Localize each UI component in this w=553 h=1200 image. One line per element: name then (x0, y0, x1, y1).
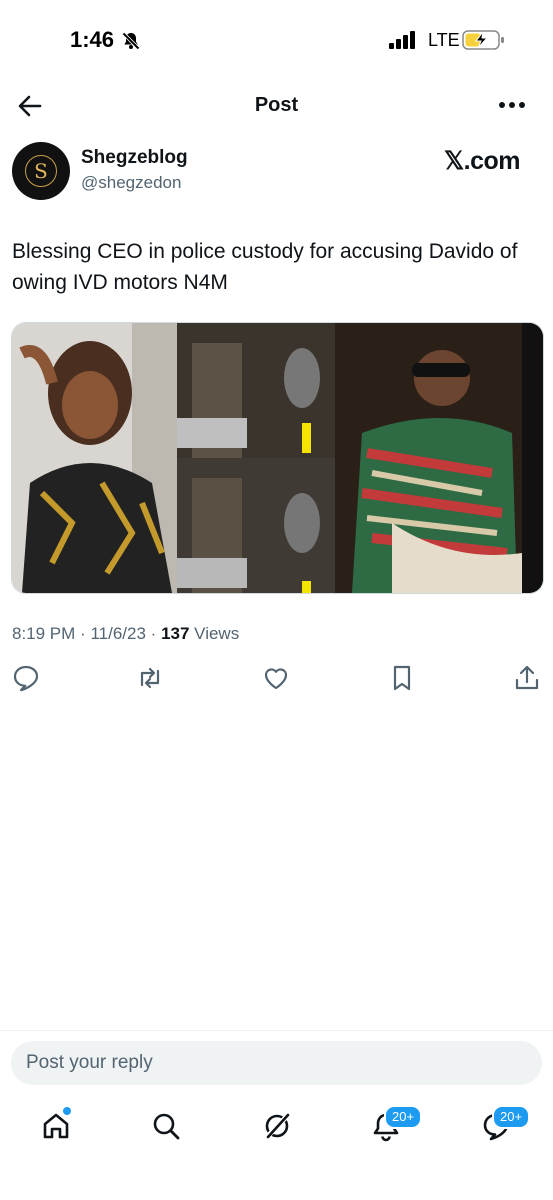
avatar[interactable]: S (12, 142, 70, 200)
source-label: 𝕏.com (444, 147, 521, 175)
tweet-meta: 8:19 PM · 11/6/23 · 137 Views (12, 624, 239, 644)
cellular-signal-icon (389, 31, 415, 49)
views-label: Views (194, 624, 240, 643)
reply-icon[interactable] (12, 664, 40, 692)
page-title: Post (254, 94, 299, 116)
notifications-badge: 20+ (384, 1105, 423, 1129)
tweet-date: 11/6/23 (90, 624, 146, 643)
network-type: LTE (428, 30, 460, 50)
reply-placeholder: Post your reply (26, 1052, 153, 1073)
avatar-logo-letter: S (25, 155, 57, 187)
share-icon[interactable] (513, 664, 541, 692)
repost-icon[interactable] (136, 664, 164, 692)
grok-icon[interactable] (261, 1110, 293, 1142)
home-new-dot (62, 1106, 72, 1116)
tweet-text: Blessing CEO in police custody for accus… (12, 240, 518, 294)
like-heart-icon[interactable] (262, 664, 290, 692)
author-name[interactable]: Shegzeblog (81, 147, 188, 169)
author-handle[interactable]: @shegzedon (81, 173, 181, 193)
battery-charging-icon (462, 30, 504, 50)
photo-collage (12, 323, 543, 593)
bookmark-icon[interactable] (388, 664, 416, 692)
meta-separator: · (80, 624, 86, 643)
search-icon[interactable] (150, 1110, 182, 1142)
messages-badge: 20+ (492, 1105, 531, 1129)
tweet-time: 8:19 PM (12, 624, 76, 643)
bell-muted-icon (122, 32, 140, 50)
views-count: 137 (161, 624, 190, 643)
status-time: 1:46 (70, 27, 115, 52)
tweet-image[interactable] (11, 322, 544, 594)
more-options-icon[interactable] (497, 98, 527, 112)
reply-divider (0, 1030, 553, 1031)
meta-separator: · (150, 624, 157, 643)
